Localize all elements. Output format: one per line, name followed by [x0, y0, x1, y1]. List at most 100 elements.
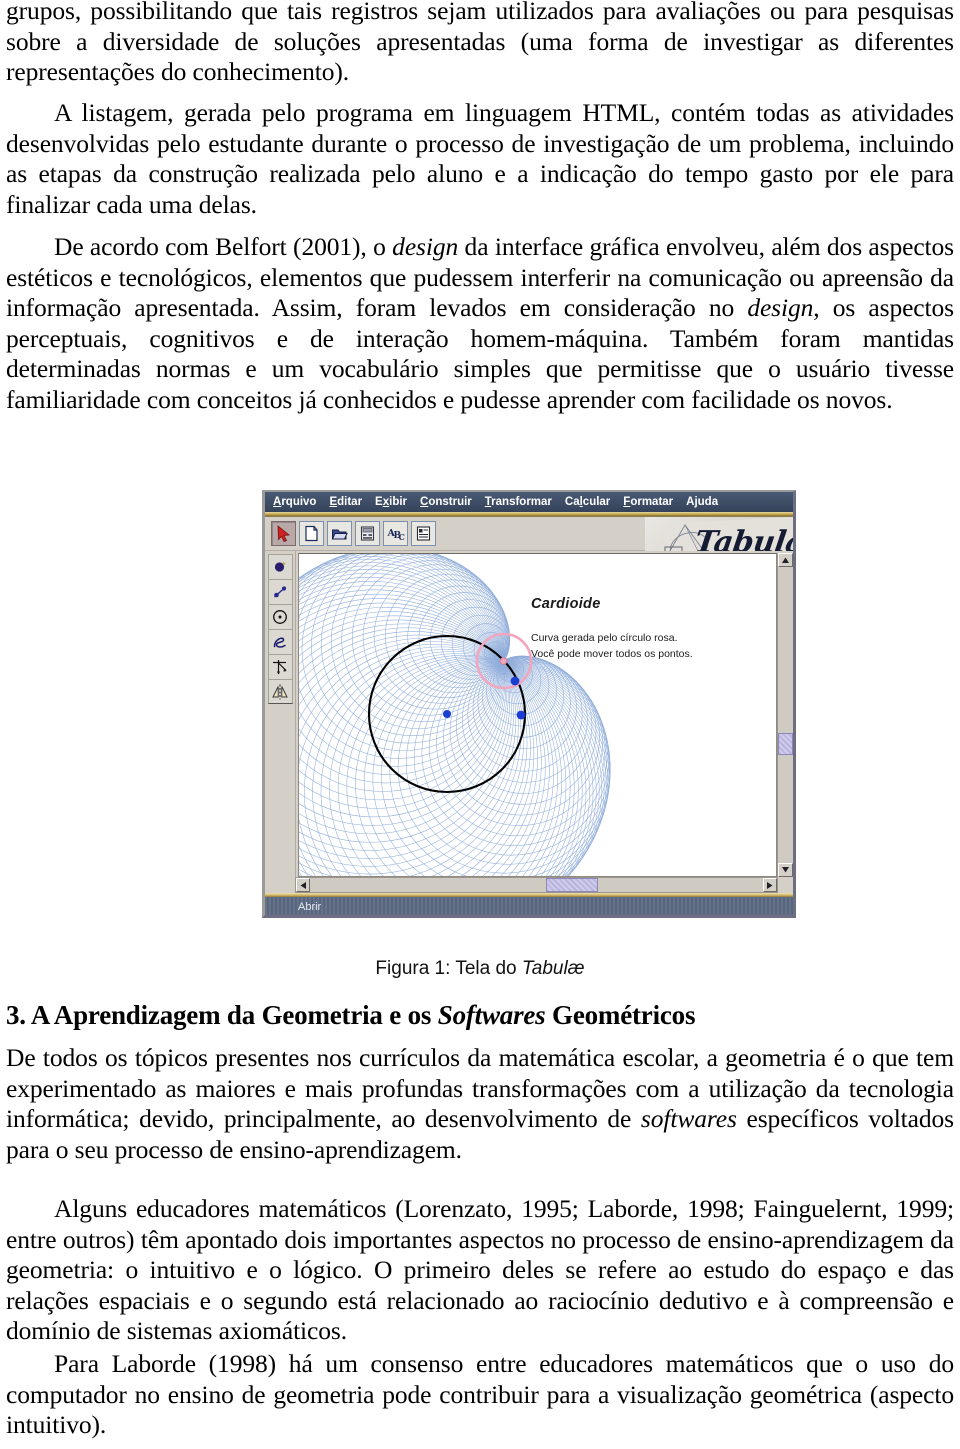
calculator-icon	[360, 526, 375, 541]
pointer-tool-button[interactable]	[271, 521, 296, 546]
menu-bar: Arquivo Editar Exibir Construir Transfor…	[265, 492, 793, 512]
heading-part-1: 3. A Aprendizagem da Geometria e os	[6, 1000, 438, 1030]
horizontal-scroll-track[interactable]	[310, 878, 763, 892]
envelope-circle	[312, 651, 594, 876]
cusp-point	[499, 657, 508, 665]
paragraph-topicos: De todos os tópicos presentes nos curríc…	[6, 1043, 954, 1165]
menu-label-full: Ajuda	[686, 496, 719, 508]
vertical-scroll-track[interactable]	[778, 567, 793, 863]
reflection-tool-button[interactable]	[267, 679, 293, 704]
menu-label-rest: ditar	[337, 496, 363, 508]
menu-label-rest: ibir	[389, 496, 408, 508]
svg-text:C: C	[398, 532, 404, 542]
paragraph-educadores: Alguns educadores matemáticos (Lorenzato…	[6, 1194, 954, 1346]
point-icon	[274, 561, 286, 572]
menu-label-rest: cular	[582, 496, 611, 508]
properties-list-icon	[416, 526, 431, 541]
status-text: Abrir	[298, 901, 322, 913]
menu-item-arquivo[interactable]: Arquivo	[273, 496, 316, 508]
workspace-area: Cardioide Curva gerada pelo círculo rosa…	[265, 551, 793, 877]
mnemonic-letter: E	[329, 496, 338, 508]
menu-label-head: E	[375, 496, 383, 508]
geometry-canvas[interactable]: Cardioide Curva gerada pelo círculo rosa…	[298, 553, 777, 877]
menu-label-rest: ormatar	[630, 496, 674, 508]
figure-caption: Figura 1: Tela do Tabulæ	[0, 958, 960, 980]
chevron-down-icon	[782, 867, 789, 873]
center-point	[443, 710, 451, 718]
heading-part-2: Geométricos	[545, 1000, 696, 1030]
scroll-up-button[interactable]	[778, 553, 793, 567]
properties-list-button[interactable]	[411, 521, 436, 546]
document-page: grupos, possibilitando que tais registro…	[0, 0, 960, 1449]
canvas-description-line1: Curva gerada pelo círculo rosa.	[531, 632, 678, 644]
horizontal-scrollbar[interactable]	[295, 877, 778, 893]
abc-text-icon: A B C	[387, 528, 405, 542]
paragraph-laborde: Para Laborde (1998) há um consenso entre…	[6, 1349, 954, 1440]
paragraph-listagem: A listagem, gerada pelo programa em ling…	[6, 98, 954, 219]
chevron-left-icon	[300, 881, 306, 889]
scrollbar-corner	[778, 877, 793, 893]
horizontal-scroll-thumb[interactable]	[545, 878, 598, 892]
menu-label-rest: ransformar	[491, 496, 552, 508]
menu-item-formatar[interactable]: Formatar	[623, 496, 673, 508]
envelope-circle	[299, 569, 514, 859]
status-bar: Abrir	[265, 897, 793, 915]
canvas-description-line2: Você pode mover todos os pontos.	[531, 648, 693, 660]
new-document-icon	[305, 525, 318, 542]
perpendicular-lines-icon	[273, 660, 287, 675]
paragraph-block-1: grupos, possibilitando que tais registro…	[6, 0, 954, 88]
menu-item-transformar[interactable]: Transformar	[485, 496, 552, 508]
top-toolbar: A B C Tabulæ	[265, 517, 793, 572]
menu-label-head: Ca	[564, 496, 580, 508]
p4-italic-softwares: softwares	[640, 1104, 737, 1134]
open-folder-button[interactable]	[327, 521, 352, 546]
segment-icon	[274, 586, 287, 598]
segment-tool-button[interactable]	[267, 579, 293, 604]
scroll-right-button[interactable]	[763, 878, 777, 892]
menu-item-exibir[interactable]: Exibir	[375, 496, 407, 508]
paragraph-block-5: Alguns educadores matemáticos (Lorenzato…	[6, 1194, 954, 1347]
point-tool-button[interactable]	[267, 554, 293, 579]
envelope-circle	[301, 554, 505, 751]
text-label-button[interactable]: A B C	[383, 521, 408, 546]
paragraph-belfort: De acordo com Belfort (2001), o design d…	[6, 232, 954, 416]
tabulae-application-window: Arquivo Editar Exibir Construir Transfor…	[262, 490, 796, 918]
menu-item-editar[interactable]: Editar	[329, 496, 362, 508]
scroll-down-button[interactable]	[778, 863, 793, 877]
p3-italic-design-2: design	[747, 293, 814, 323]
arrow-cursor-icon	[277, 525, 291, 543]
paragraph-block-3: De acordo com Belfort (2001), o design d…	[6, 232, 954, 416]
caption-prefix: Figura 1: Tela do	[375, 958, 522, 979]
menu-item-calcular[interactable]: Calcular	[565, 496, 610, 508]
new-document-button[interactable]	[299, 521, 324, 546]
menu-label-rest: rquivo	[281, 496, 317, 508]
p3-italic-design-1: design	[392, 232, 459, 261]
scroll-left-button[interactable]	[296, 878, 310, 892]
curve-locus-icon	[273, 637, 286, 648]
paragraph-continuation: grupos, possibilitando que tais registro…	[6, 0, 954, 87]
p3-seg-a: De acordo com Belfort (2001), o	[54, 232, 393, 261]
envelope-circle	[299, 554, 505, 801]
paragraph-block-2: A listagem, gerada pelo programa em ling…	[6, 98, 954, 220]
locus-curve-tool-button[interactable]	[267, 629, 293, 654]
menu-item-construir[interactable]: Construir	[420, 496, 472, 508]
calculator-button[interactable]	[355, 521, 380, 546]
moving-point-lower	[516, 710, 526, 720]
left-toolbar	[265, 551, 296, 877]
vertical-scroll-thumb[interactable]	[778, 732, 793, 755]
menu-label-rest: onstruir	[428, 496, 472, 508]
moving-point-upper	[510, 676, 520, 686]
circle-tool-button[interactable]	[267, 604, 293, 629]
horizontal-scrollbar-row	[265, 877, 793, 893]
perpendicular-tool-button[interactable]	[267, 654, 293, 679]
chevron-up-icon	[782, 557, 789, 563]
chevron-right-icon	[767, 881, 773, 889]
canvas-title-cardioide: Cardioide	[531, 596, 601, 612]
envelope-circle	[299, 581, 522, 876]
menu-item-ajuda[interactable]: Ajuda	[686, 496, 718, 508]
scrollbar-left-spacer	[265, 877, 295, 893]
vertical-scrollbar[interactable]	[777, 553, 793, 877]
figure-tabulae-screenshot: Arquivo Editar Exibir Construir Transfor…	[262, 490, 796, 918]
open-folder-icon	[331, 529, 348, 540]
heading-italic-softwares: Softwares	[437, 1000, 546, 1030]
